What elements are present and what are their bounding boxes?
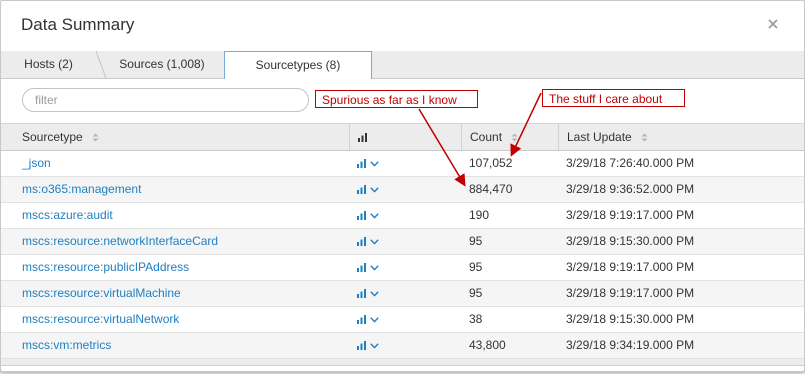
sourcetype-table: Sourcetype Count Last Update _json 107,0… <box>1 123 804 366</box>
chevron-down-icon <box>370 182 379 196</box>
column-header-count[interactable]: Count <box>461 124 558 150</box>
sort-icon <box>641 125 648 151</box>
table-body: _json 107,052 3/29/18 7:26:40.000 PM ms:o36… <box>1 151 804 359</box>
bar-chart-icon <box>357 208 367 222</box>
last-update-value: 3/29/18 9:19:17.000 PM <box>566 260 695 274</box>
chart-dropdown[interactable] <box>357 229 379 254</box>
bar-chart-icon <box>357 286 367 300</box>
chart-dropdown[interactable] <box>357 333 379 358</box>
table-row: mscs:resource:networkInterfaceCard 95 3/29… <box>1 229 804 255</box>
table-row: ms:o365:management 884,470 3/29/18 9:36:52… <box>1 177 804 203</box>
sourcetype-link[interactable]: _json <box>22 151 51 176</box>
count-value: 43,800 <box>469 338 506 352</box>
annotation-spurious: Spurious as far as I know <box>315 90 478 108</box>
last-update-value: 3/29/18 9:15:30.000 PM <box>566 234 695 248</box>
chart-dropdown[interactable] <box>357 307 379 332</box>
sourcetype-link[interactable]: ms:o365:management <box>22 177 141 202</box>
chevron-down-icon <box>370 338 379 352</box>
chart-dropdown[interactable] <box>357 177 379 202</box>
annotation-care: The stuff I care about <box>542 89 685 107</box>
column-header-sourcetype[interactable]: Sourcetype <box>1 124 349 150</box>
table-row: _json 107,052 3/29/18 7:26:40.000 PM <box>1 151 804 177</box>
sourcetype-link[interactable]: mscs:vm:metrics <box>22 333 111 358</box>
table-row: mscs:azure:audit 190 3/29/18 9:19:17.000 P… <box>1 203 804 229</box>
bar-chart-icon <box>358 125 367 151</box>
dialog-title: Data Summary <box>21 15 135 34</box>
last-update-value: 3/29/18 9:19:17.000 PM <box>566 208 695 222</box>
sourcetype-link[interactable]: mscs:resource:publicIPAddress <box>22 255 189 280</box>
column-header-chart[interactable] <box>349 124 461 150</box>
count-value: 95 <box>469 234 483 248</box>
column-header-label: Sourcetype <box>22 130 83 144</box>
chart-dropdown[interactable] <box>357 281 379 306</box>
bar-chart-icon <box>357 338 367 352</box>
column-header-last-update[interactable]: Last Update <box>558 124 804 150</box>
bar-chart-icon <box>357 312 367 326</box>
dialog-header: Data Summary <box>1 1 804 52</box>
table-footer <box>1 359 804 366</box>
last-update-value: 3/29/18 7:26:40.000 PM <box>566 156 695 170</box>
tab-sources[interactable]: Sources (1,008) <box>99 51 225 78</box>
chevron-down-icon <box>370 312 379 326</box>
chevron-down-icon <box>370 286 379 300</box>
sort-icon <box>92 125 99 151</box>
close-icon[interactable] <box>766 17 780 31</box>
bar-chart-icon <box>357 182 367 196</box>
count-value: 95 <box>469 260 483 274</box>
data-summary-dialog: Data Summary Hosts (2) Sources (1,008) S… <box>0 0 805 372</box>
count-value: 95 <box>469 286 483 300</box>
bar-chart-icon <box>357 156 367 170</box>
bar-chart-icon <box>357 234 367 248</box>
table-row: mscs:resource:virtualMachine 95 3/29/18 9:… <box>1 281 804 307</box>
sourcetype-link[interactable]: mscs:resource:virtualMachine <box>22 281 181 306</box>
sourcetype-link[interactable]: mscs:resource:networkInterfaceCard <box>22 229 218 254</box>
last-update-value: 3/29/18 9:15:30.000 PM <box>566 312 695 326</box>
tab-hosts[interactable]: Hosts (2) <box>1 51 96 78</box>
chart-dropdown[interactable] <box>357 255 379 280</box>
tab-sourcetypes[interactable]: Sourcetypes (8) <box>224 51 372 79</box>
table-row: mscs:resource:publicIPAddress 95 3/29/18 9… <box>1 255 804 281</box>
last-update-value: 3/29/18 9:19:17.000 PM <box>566 286 695 300</box>
count-value: 884,470 <box>469 182 513 196</box>
chart-dropdown[interactable] <box>357 203 379 228</box>
chart-dropdown[interactable] <box>357 151 379 176</box>
count-value: 190 <box>469 208 490 222</box>
last-update-value: 3/29/18 9:34:19.000 PM <box>566 338 695 352</box>
count-value: 107,052 <box>469 156 513 170</box>
chevron-down-icon <box>370 208 379 222</box>
sort-icon <box>511 125 518 151</box>
table-header: Sourcetype Count Last Update <box>1 123 804 151</box>
chevron-down-icon <box>370 156 379 170</box>
column-header-label: Count <box>470 130 503 144</box>
sourcetype-link[interactable]: mscs:azure:audit <box>22 203 113 228</box>
count-value: 38 <box>469 312 483 326</box>
bar-chart-icon <box>357 260 367 274</box>
column-header-label: Last Update <box>567 130 632 144</box>
chevron-down-icon <box>370 260 379 274</box>
chevron-down-icon <box>370 234 379 248</box>
tab-bar: Hosts (2) Sources (1,008) Sourcetypes (8… <box>1 51 804 79</box>
filter-input[interactable] <box>22 88 309 112</box>
table-row: mscs:resource:virtualNetwork 38 3/29/18 9:… <box>1 307 804 333</box>
table-row: mscs:vm:metrics 43,800 3/29/18 9:34:19.000… <box>1 333 804 359</box>
sourcetype-link[interactable]: mscs:resource:virtualNetwork <box>22 307 179 332</box>
last-update-value: 3/29/18 9:36:52.000 PM <box>566 182 695 196</box>
